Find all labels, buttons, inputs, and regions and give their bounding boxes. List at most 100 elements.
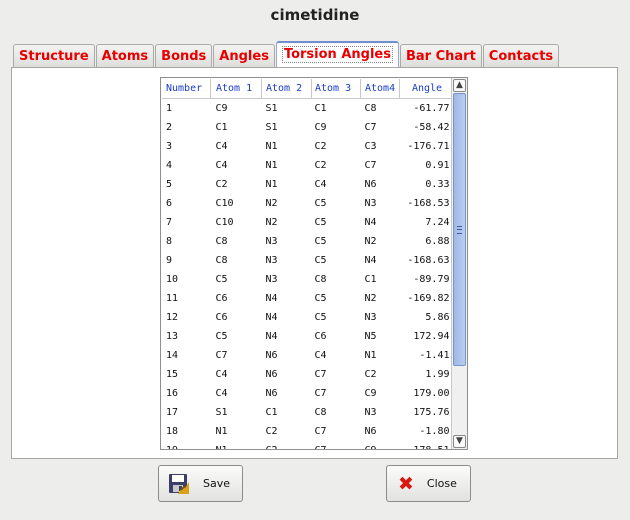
table-cell: S1: [215, 407, 228, 418]
table-row[interactable]: 10 C5 N3 C8 C1 -89.79: [162, 270, 455, 289]
table-cell: N6: [364, 179, 377, 190]
scrollbar-thumb[interactable]: [453, 93, 466, 366]
close-button[interactable]: ✖ Close: [386, 465, 471, 502]
table-cell: C7: [312, 441, 361, 449]
table-cell: C9: [364, 388, 377, 399]
table-cell: C4: [215, 160, 228, 171]
table-cell: C7: [314, 369, 327, 380]
scroll-down-arrow-icon[interactable]: ▼: [453, 435, 466, 448]
table-cell: 3: [166, 141, 173, 152]
save-button-label: Save: [203, 477, 231, 490]
tab-bonds[interactable]: Bonds: [155, 44, 213, 68]
tab-contacts[interactable]: Contacts: [482, 44, 560, 68]
tab-label: Angles: [219, 49, 269, 64]
tab-label: Torsion Angles: [281, 46, 393, 63]
table-cell: C5: [314, 236, 327, 247]
tab-label: Bar Chart: [405, 49, 476, 64]
table-row[interactable]: 6 C10 N2 C5 N3 -168.53: [162, 194, 455, 213]
table-row[interactable]: 4 C4 N1 C2 C7 0.91: [162, 156, 455, 175]
table-cell: C8: [314, 407, 327, 418]
table-cell: C6: [314, 331, 327, 342]
column-header-atom2[interactable]: Atom 2: [261, 79, 312, 99]
close-button-label: Close: [426, 477, 457, 490]
table-row[interactable]: 9 C8 N3 C5 N4 -168.63: [162, 251, 455, 270]
window-title: cimetidine: [270, 6, 360, 24]
table-cell: C5: [314, 255, 327, 266]
table-cell: N2: [364, 236, 377, 247]
table-cell: 6.88: [425, 236, 450, 247]
table-cell: C5: [215, 274, 228, 285]
table-row[interactable]: 7 C10 N2 C5 N4 7.24: [162, 213, 455, 232]
tab-structure[interactable]: Structure: [13, 44, 95, 68]
table-cell: 5.86: [425, 312, 450, 323]
table-cell: C5: [215, 331, 228, 342]
column-header-atom1[interactable]: Atom 1: [210, 79, 262, 99]
table-cell: N1: [265, 179, 278, 190]
tab-angles[interactable]: Angles: [213, 44, 275, 68]
table-cell: C5: [314, 198, 327, 209]
table-cell: N4: [265, 293, 278, 304]
table-row[interactable]: 15 C4 N6 C7 C2 1.99: [162, 365, 455, 384]
table-cell: N3: [265, 255, 278, 266]
table-cell: 0.33: [425, 179, 450, 190]
table-cell: -1.41: [419, 350, 450, 361]
table-cell: C4: [215, 141, 228, 152]
table-row[interactable]: 19N1C2C7C9-178.51: [162, 441, 455, 449]
table-row[interactable]: 13 C5 N4 C6 N5 172.94: [162, 327, 455, 346]
table-cell: -176.71: [407, 141, 450, 152]
table-cell: C1: [215, 122, 228, 133]
table-row[interactable]: 2 C1 S1 C9 C7 -58.42: [162, 118, 455, 137]
save-button[interactable]: Save: [158, 465, 243, 502]
table-row[interactable]: 1 C9 S1 C1 C8 -61.77: [162, 99, 455, 119]
table-cell: N3: [364, 407, 377, 418]
table-row[interactable]: 18 N1 C2 C7 N6 -1.80: [162, 422, 455, 441]
column-header-number[interactable]: Number: [162, 79, 211, 99]
table-row[interactable]: 12 C6 N4 C5 N3 5.86: [162, 308, 455, 327]
table-cell: 14: [166, 350, 179, 361]
column-header-angle[interactable]: Angle: [399, 79, 455, 99]
table-cell: C3: [364, 141, 377, 152]
table-cell: N1: [211, 441, 262, 449]
table-cell: C6: [215, 293, 228, 304]
table-cell: C1: [314, 103, 327, 114]
column-header-atom3[interactable]: Atom 3: [311, 79, 361, 99]
table-cell: -89.79: [413, 274, 450, 285]
table-cell: N3: [364, 312, 377, 323]
table-cell: 179.00: [413, 388, 450, 399]
table-row[interactable]: 11 C6 N4 C5 N2 -169.82: [162, 289, 455, 308]
table-row[interactable]: 8 C8 N3 C5 N2 6.88: [162, 232, 455, 251]
table-cell: C2: [364, 369, 377, 380]
table-cell: N5: [364, 331, 377, 342]
table-cell: 8: [166, 236, 173, 247]
table-cell: C2: [215, 179, 228, 190]
table-cell: C7: [314, 426, 327, 437]
table-cell: C4: [215, 388, 228, 399]
tab-torsion-angles[interactable]: Torsion Angles: [275, 41, 399, 69]
table-row[interactable]: 14 C7 N6 C4 N1 -1.41: [162, 346, 455, 365]
table-cell: N6: [265, 369, 278, 380]
table-cell: 6: [166, 198, 173, 209]
table-row[interactable]: 16 C4 N6 C7 C9 179.00: [162, 384, 455, 403]
vertical-scrollbar[interactable]: ▲ ▼: [451, 78, 467, 449]
scroll-up-arrow-icon[interactable]: ▲: [453, 79, 466, 92]
table-cell: N6: [364, 426, 377, 437]
table-cell: C9: [215, 103, 228, 114]
table-cell: -178.51: [400, 441, 455, 449]
table-cell: N3: [265, 274, 278, 285]
table-cell: C6: [215, 312, 228, 323]
floppy-disk-icon: [168, 473, 190, 495]
table-row[interactable]: 17 S1 C1 C8 N3 175.76: [162, 403, 455, 422]
table-cell: 5: [166, 179, 173, 190]
table-cell: C2: [262, 441, 312, 449]
tab-atoms[interactable]: Atoms: [95, 44, 155, 68]
column-header-atom4[interactable]: Atom4: [360, 79, 400, 99]
table-cell: C8: [364, 103, 377, 114]
table-cell: C1: [364, 274, 377, 285]
table-cell: -58.42: [413, 122, 450, 133]
tab-bar-chart[interactable]: Bar Chart: [399, 44, 482, 68]
torsion-angles-table: Number Atom 1 Atom 2 Atom 3 Atom4 Angle …: [160, 77, 468, 450]
table-row[interactable]: 3 C4 N1 C2 C3 -176.71: [162, 137, 455, 156]
table-cell: C7: [364, 122, 377, 133]
table-row[interactable]: 5 C2 N1 C4 N6 0.33: [162, 175, 455, 194]
table-cell: N1: [215, 426, 228, 437]
